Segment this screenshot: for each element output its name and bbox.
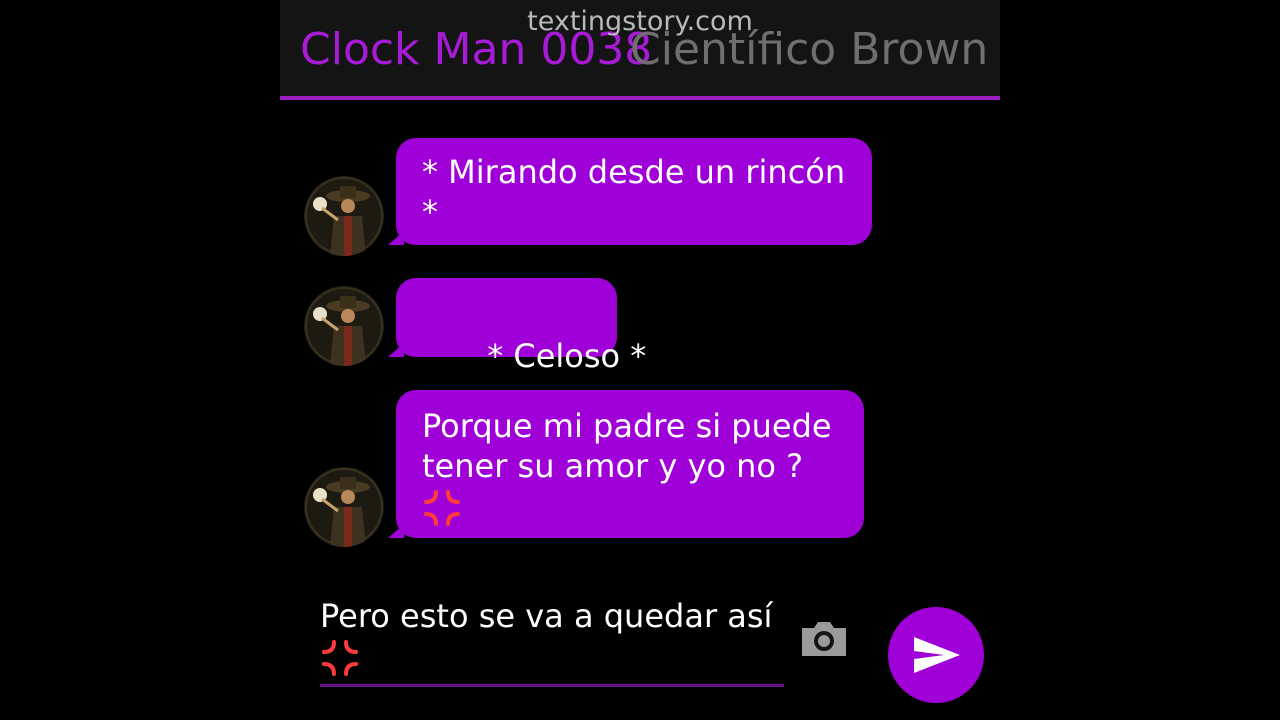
camera-icon[interactable] <box>800 618 848 658</box>
message-text: * Mirando desde un rincón * <box>422 153 846 231</box>
message-bubble[interactable]: Porque mi padre si puede tener su amor y… <box>396 390 864 538</box>
avatar-image <box>304 286 384 366</box>
chat-screen: textingstory.com Clock Man 0038 Científi… <box>280 0 1000 720</box>
avatar[interactable] <box>304 286 384 366</box>
avatar[interactable] <box>304 176 384 256</box>
header-divider <box>280 96 1000 100</box>
chat-header: textingstory.com Clock Man 0038 Científi… <box>280 0 1000 96</box>
send-button[interactable] <box>888 607 984 703</box>
message-input[interactable]: Pero esto se va a quedar así <box>320 596 780 678</box>
avatar[interactable] <box>304 467 384 547</box>
message-bubble[interactable]: * Celoso * <box>396 278 646 375</box>
avatar-image <box>304 467 384 547</box>
avatar-image <box>304 176 384 256</box>
send-icon <box>914 637 960 673</box>
message-text: * Celoso * <box>477 337 647 375</box>
watermark: textingstory.com <box>527 6 753 37</box>
input-underline <box>320 684 784 687</box>
anger-symbol-icon <box>322 640 358 676</box>
message-bubble[interactable]: * Mirando desde un rincón * <box>396 138 872 245</box>
message-input-value: Pero esto se va a quedar así <box>320 597 773 635</box>
anger-symbol-icon <box>424 490 460 526</box>
message-text: Porque mi padre si puede tener su amor y… <box>422 407 832 485</box>
